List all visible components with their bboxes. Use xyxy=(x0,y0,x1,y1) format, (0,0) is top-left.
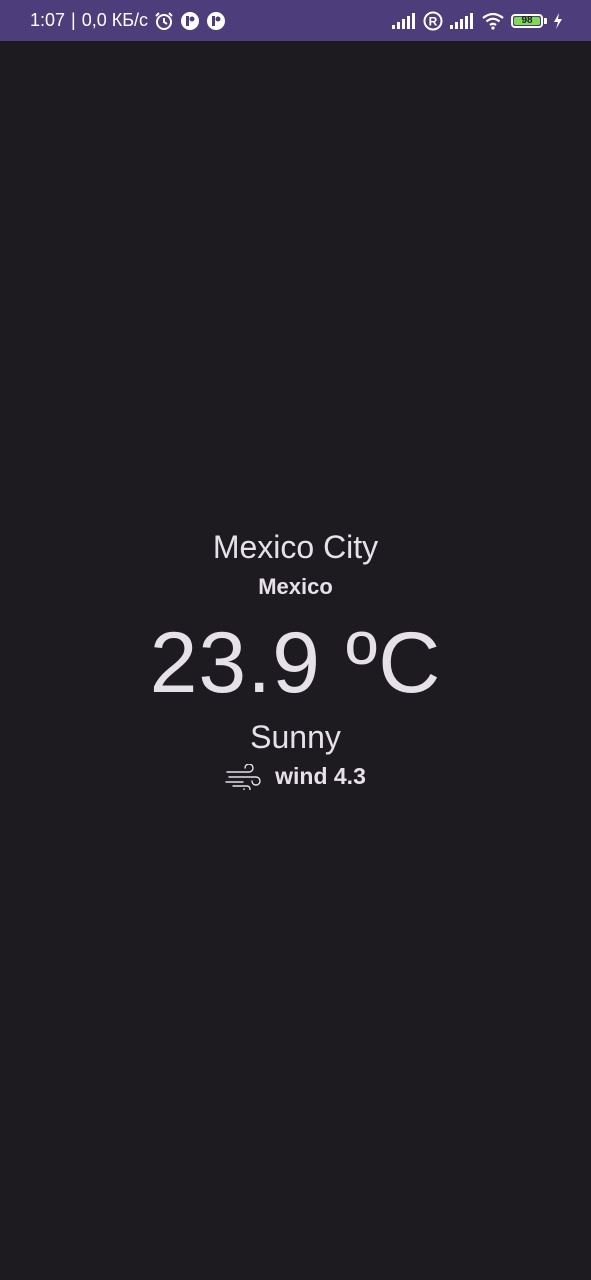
weather-screen: Mexico City Mexico 23.9 ºC Sunny wind 4.… xyxy=(0,41,591,1280)
wind-icon xyxy=(225,763,263,790)
status-data-rate: 0,0 КБ/с xyxy=(81,10,149,30)
status-bar-left: 1:07 | 0,0 КБ/с xyxy=(30,10,226,31)
battery-icon: 98 xyxy=(511,13,547,28)
app-notification-icon xyxy=(206,11,226,31)
wind-label: wind 4.3 xyxy=(275,763,366,789)
temperature: 23.9 ºC xyxy=(149,615,442,711)
signal-icon xyxy=(391,12,417,29)
country-name: Mexico xyxy=(258,574,333,599)
wifi-icon xyxy=(481,12,505,30)
status-separator: | xyxy=(71,10,76,30)
wind-info: wind 4.3 xyxy=(0,763,591,790)
status-bar: 1:07 | 0,0 КБ/с R 98 xyxy=(0,0,591,41)
city-name: Mexico City xyxy=(212,529,379,565)
signal-icon xyxy=(449,12,475,29)
charging-icon xyxy=(553,12,563,29)
weather-condition: Sunny xyxy=(250,719,341,755)
svg-text:R: R xyxy=(429,14,438,28)
status-bar-right: R 98 xyxy=(391,11,563,31)
status-time: 1:07 xyxy=(30,10,66,30)
battery-level: 98 xyxy=(514,15,540,26)
roaming-icon: R xyxy=(423,11,443,31)
alarm-icon xyxy=(154,11,174,31)
app-notification-icon xyxy=(180,11,200,31)
